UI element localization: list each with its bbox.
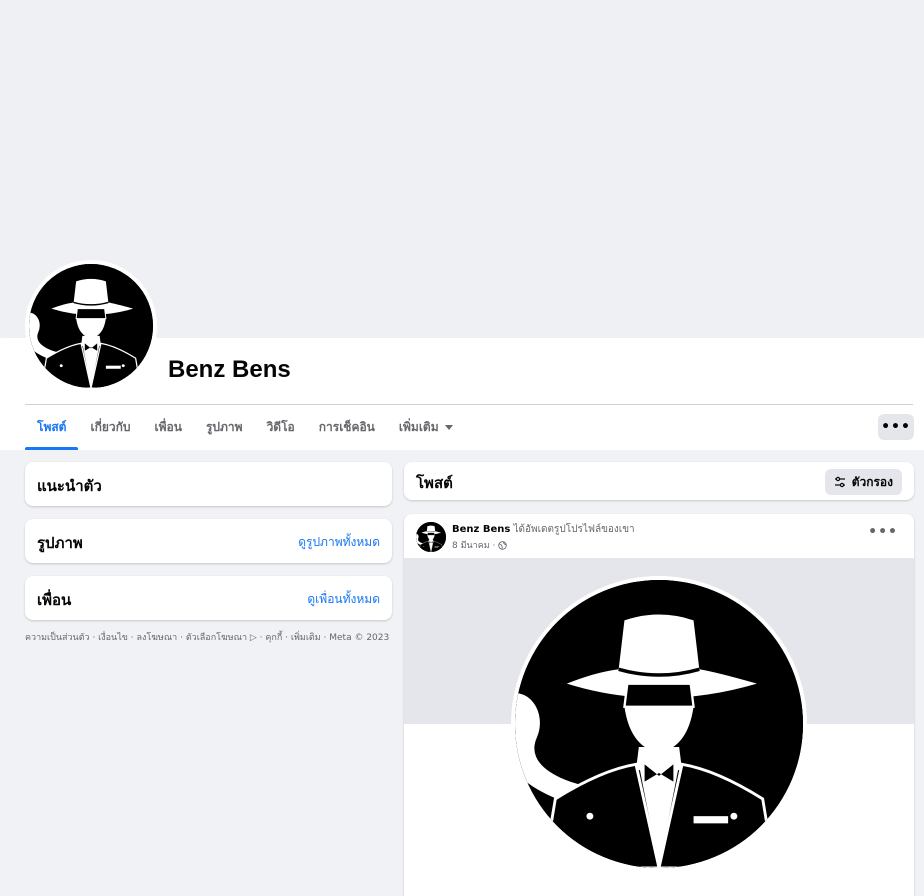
see-all-photos-link[interactable]: ดูรูปภาพทั้งหมด (298, 533, 380, 552)
post-author-name[interactable]: Benz Bens (452, 524, 510, 535)
see-all-friends-link[interactable]: ดูเพื่อนทั้งหมด (307, 590, 380, 609)
post-author-avatar[interactable] (416, 522, 446, 552)
header-divider (25, 404, 913, 405)
post-profile-photo-image (515, 580, 803, 868)
post-options-button[interactable]: ••• (868, 524, 898, 540)
globe-icon (498, 540, 508, 550)
filter-icon (834, 476, 845, 488)
site-footer[interactable]: ความเป็นส่วนตัว · เงื่อนไข · ลงโฆษณา · ต… (25, 630, 393, 644)
tab-videos[interactable]: วิดีโอ (255, 408, 307, 450)
tab-friends[interactable]: เพื่อน (143, 408, 194, 450)
post-author-avatar-image (416, 522, 446, 552)
tab-photos[interactable]: รูปภาพ (194, 408, 255, 450)
photos-card: รูปภาพ ดูรูปภาพทั้งหมด (25, 519, 392, 563)
profile-tabs: โพสต์ เกี่ยวกับ เพื่อน รูปภาพ วิดีโอ การ… (25, 408, 465, 450)
post-date[interactable]: 8 มีนาคม · (452, 538, 495, 552)
tab-posts[interactable]: โพสต์ (25, 408, 79, 450)
photos-title: รูปภาพ (37, 534, 83, 552)
posts-title: โพสต์ (416, 474, 453, 492)
filter-label: ตัวกรอง (851, 474, 893, 489)
profile-name: Benz Bens (168, 356, 291, 383)
post-action-text: ได้อัพเดตรูปโปรไฟล์ของเขา (513, 524, 635, 535)
friends-card: เพื่อน ดูเพื่อนทั้งหมด (25, 576, 392, 620)
post-header-line: Benz Bens ได้อัพเดตรูปโปรไฟล์ของเขา (452, 522, 635, 537)
tab-about[interactable]: เกี่ยวกับ (78, 408, 142, 450)
intro-title: แนะนำตัว (37, 477, 102, 495)
profile-avatar[interactable] (25, 260, 157, 392)
profile-avatar-image (29, 264, 153, 388)
post-subline: 8 มีนาคม · (452, 538, 508, 552)
friends-title: เพื่อน (37, 591, 72, 609)
tab-checkins[interactable]: การเช็คอิน (307, 408, 387, 450)
filter-button[interactable]: ตัวกรอง (824, 469, 902, 495)
caret-down-icon (444, 425, 453, 430)
tab-more[interactable]: เพิ่มเติม (387, 408, 465, 450)
post-card: Benz Bens ได้อัพเดตรูปโปรไฟล์ของเขา 8 มี… (404, 514, 914, 896)
posts-header-card: โพสต์ ตัวกรอง (404, 462, 914, 500)
intro-card: แนะนำตัว (25, 462, 392, 506)
profile-more-button[interactable]: ••• (878, 414, 914, 440)
tab-more-label: เพิ่มเติม (398, 420, 439, 434)
post-profile-photo[interactable] (511, 576, 807, 872)
